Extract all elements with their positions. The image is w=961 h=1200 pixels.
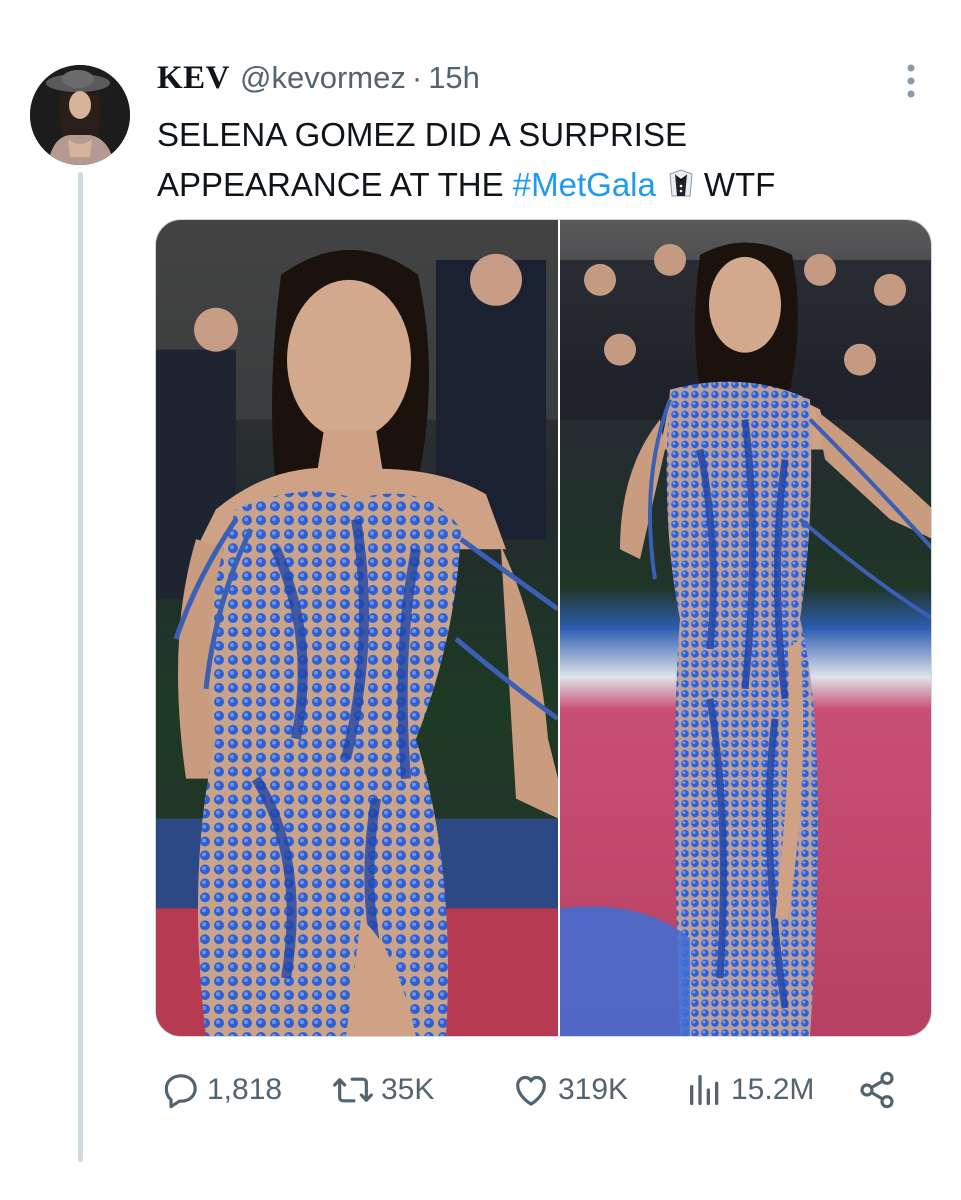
tweet-text-line-1: SELENA GOMEZ DID A SURPRISE [157,116,687,153]
tweet-timestamp[interactable]: 15h [428,60,480,96]
tweet-text: SELENA GOMEZ DID A SURPRISE APPEARANCE A… [157,110,917,210]
more-icon[interactable] [896,62,926,100]
tweet-media[interactable] [155,219,932,1037]
like-button[interactable]: 319K [510,1062,628,1118]
views-icon [685,1070,725,1110]
photo-left[interactable] [156,220,558,1036]
reply-icon [161,1070,201,1110]
tweet-text-prefix: APPEARANCE AT THE [157,166,513,203]
hashtag-link[interactable]: #MetGala [513,166,656,203]
tweet-text-suffix: WTF [703,166,776,203]
share-icon [857,1070,897,1110]
views-count: 15.2M [731,1073,815,1106]
reply-button[interactable]: 1,818 [161,1062,282,1118]
tuxedo-emoji-icon [664,164,698,198]
views-button[interactable]: 15.2M [685,1062,814,1118]
author-handle[interactable]: @kevormez [240,60,406,96]
avatar-image [30,65,130,165]
tweet-text-line-2: APPEARANCE AT THE #MetGala WTF [157,160,917,210]
thread-line [78,172,83,1162]
photo-right[interactable] [560,220,932,1036]
tweet-header: KEV @kevormez · 15h [157,60,480,102]
retweet-icon [331,1070,375,1110]
avatar[interactable] [30,65,130,165]
retweet-count: 35K [381,1073,435,1106]
tweet-actions: 1,818 35K 319K 15.2M [157,1062,917,1118]
reply-count: 1,818 [207,1073,283,1106]
share-button[interactable] [857,1062,897,1118]
retweet-button[interactable]: 35K [331,1062,434,1118]
separator-dot: · [411,60,423,95]
display-name[interactable]: KEV [157,60,230,97]
like-icon [510,1070,552,1110]
like-count: 319K [558,1073,629,1106]
